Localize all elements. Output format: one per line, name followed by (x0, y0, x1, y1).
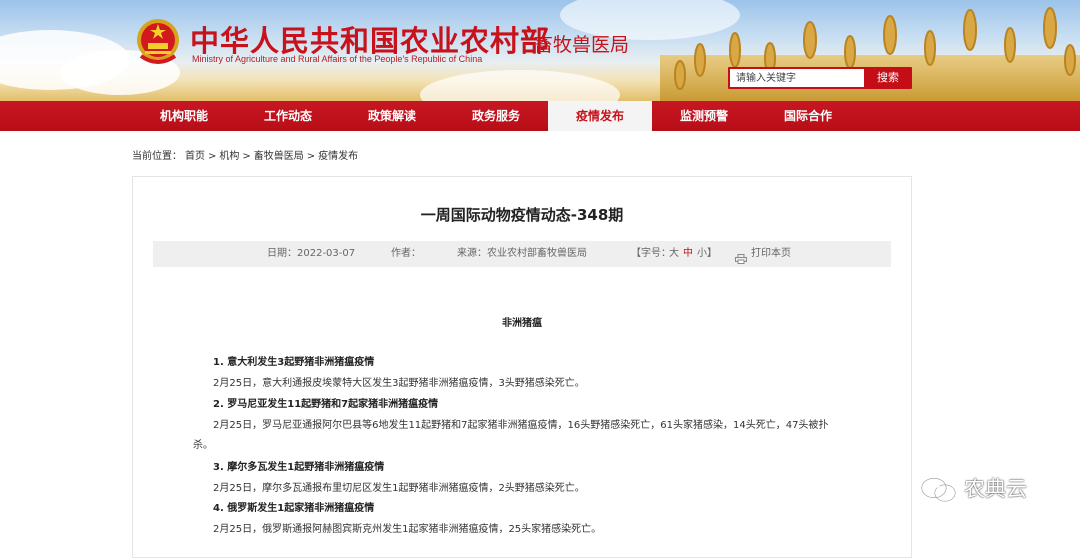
nav-item-epidemic[interactable]: 疫情发布 (548, 101, 652, 131)
breadcrumb-bureau[interactable]: 畜牧兽医局 (254, 151, 304, 162)
breadcrumb-home[interactable]: 首页 (185, 151, 205, 162)
article-author: 作者： (391, 248, 421, 259)
article-title: 一周国际动物疫情动态-348期 (420, 206, 624, 224)
watermark-text: 农典云 (964, 477, 1027, 501)
breadcrumb-prefix: 当前位置： (132, 151, 182, 162)
search-input[interactable] (730, 69, 864, 87)
item-text: 2月25日，俄罗斯通报阿赫图宾斯克州发生1起家猪非洲猪瘟疫情，25头家猪感染死亡… (213, 524, 602, 535)
article-panel: 一周国际动物疫情动态-348期 日期：2022-03-07 作者： 来源：农业农… (132, 176, 912, 558)
breadcrumb-separator: > (306, 151, 316, 162)
search-bar: 搜索 (728, 67, 912, 89)
item-heading: 1. 意大利发生3起野猪非洲猪瘟疫情 (213, 357, 375, 368)
nav-item-monitoring[interactable]: 监测预警 (652, 101, 756, 131)
item-text: 2月25日，罗马尼亚通报阿尔巴县等6地发生11起野猪和7起家猪非洲猪瘟疫情，16… (213, 420, 829, 431)
font-size-label-close: 】 (707, 248, 717, 259)
nav-item-functions[interactable]: 机构职能 (132, 101, 236, 131)
main-nav: 机构职能 工作动态 政策解读 政务服务 疫情发布 监测预警 国际合作 (0, 101, 1080, 131)
item-text-continued: 杀。 (193, 440, 213, 451)
article-source: 来源：农业农村部畜牧兽医局 (457, 248, 587, 259)
font-size-small[interactable]: 小 (697, 241, 707, 267)
item-heading: 4. 俄罗斯发生1起家猪非洲猪瘟疫情 (213, 503, 375, 514)
cloud-decoration (420, 70, 620, 101)
nav-item-policy[interactable]: 政策解读 (340, 101, 444, 131)
breadcrumb-separator: > (242, 151, 251, 162)
breadcrumb-org[interactable]: 机构 (219, 151, 239, 162)
printer-icon[interactable] (735, 249, 747, 264)
article-meta-bar: 日期：2022-03-07 作者： 来源：农业农村部畜牧兽医局 【字号： 大 中… (153, 241, 891, 267)
breadcrumb-separator: > (208, 151, 217, 162)
department-name: 畜牧兽医局 (534, 34, 630, 56)
nav-item-work-news[interactable]: 工作动态 (236, 101, 340, 131)
item-heading: 3. 摩尔多瓦发生1起野猪非洲猪瘟疫情 (213, 462, 385, 473)
font-size-large[interactable]: 大 (669, 241, 679, 267)
font-size-label: 【字号： (631, 248, 671, 259)
header-banner: 中华人民共和国农业农村部 Ministry of Agriculture and… (0, 0, 1080, 101)
breadcrumb-current[interactable]: 疫情发布 (318, 151, 358, 162)
site-title-english: Ministry of Agriculture and Rural Affair… (192, 54, 483, 64)
search-button[interactable]: 搜索 (866, 69, 910, 87)
nav-item-international[interactable]: 国际合作 (756, 101, 860, 131)
nav-item-services[interactable]: 政务服务 (444, 101, 548, 131)
item-text: 2月25日，摩尔多瓦通报布里切尼区发生1起野猪非洲猪瘟疫情，2头野猪感染死亡。 (213, 483, 585, 494)
breadcrumb: 当前位置： 首页 > 机构 > 畜牧兽医局 > 疫情发布 (132, 147, 361, 162)
print-link[interactable]: 打印本页 (751, 241, 791, 267)
national-emblem-logo (137, 19, 179, 64)
font-size-medium[interactable]: 中 (683, 241, 693, 267)
article-date: 日期：2022-03-07 (267, 248, 356, 259)
wechat-icon (921, 478, 956, 502)
item-text: 2月25日，意大利通报皮埃蒙特大区发生3起野猪非洲猪瘟疫情，3头野猪感染死亡。 (213, 378, 585, 389)
item-heading: 2. 罗马尼亚发生11起野猪和7起家猪非洲猪瘟疫情 (213, 399, 439, 410)
section-heading: 非洲猪瘟 (502, 318, 542, 329)
